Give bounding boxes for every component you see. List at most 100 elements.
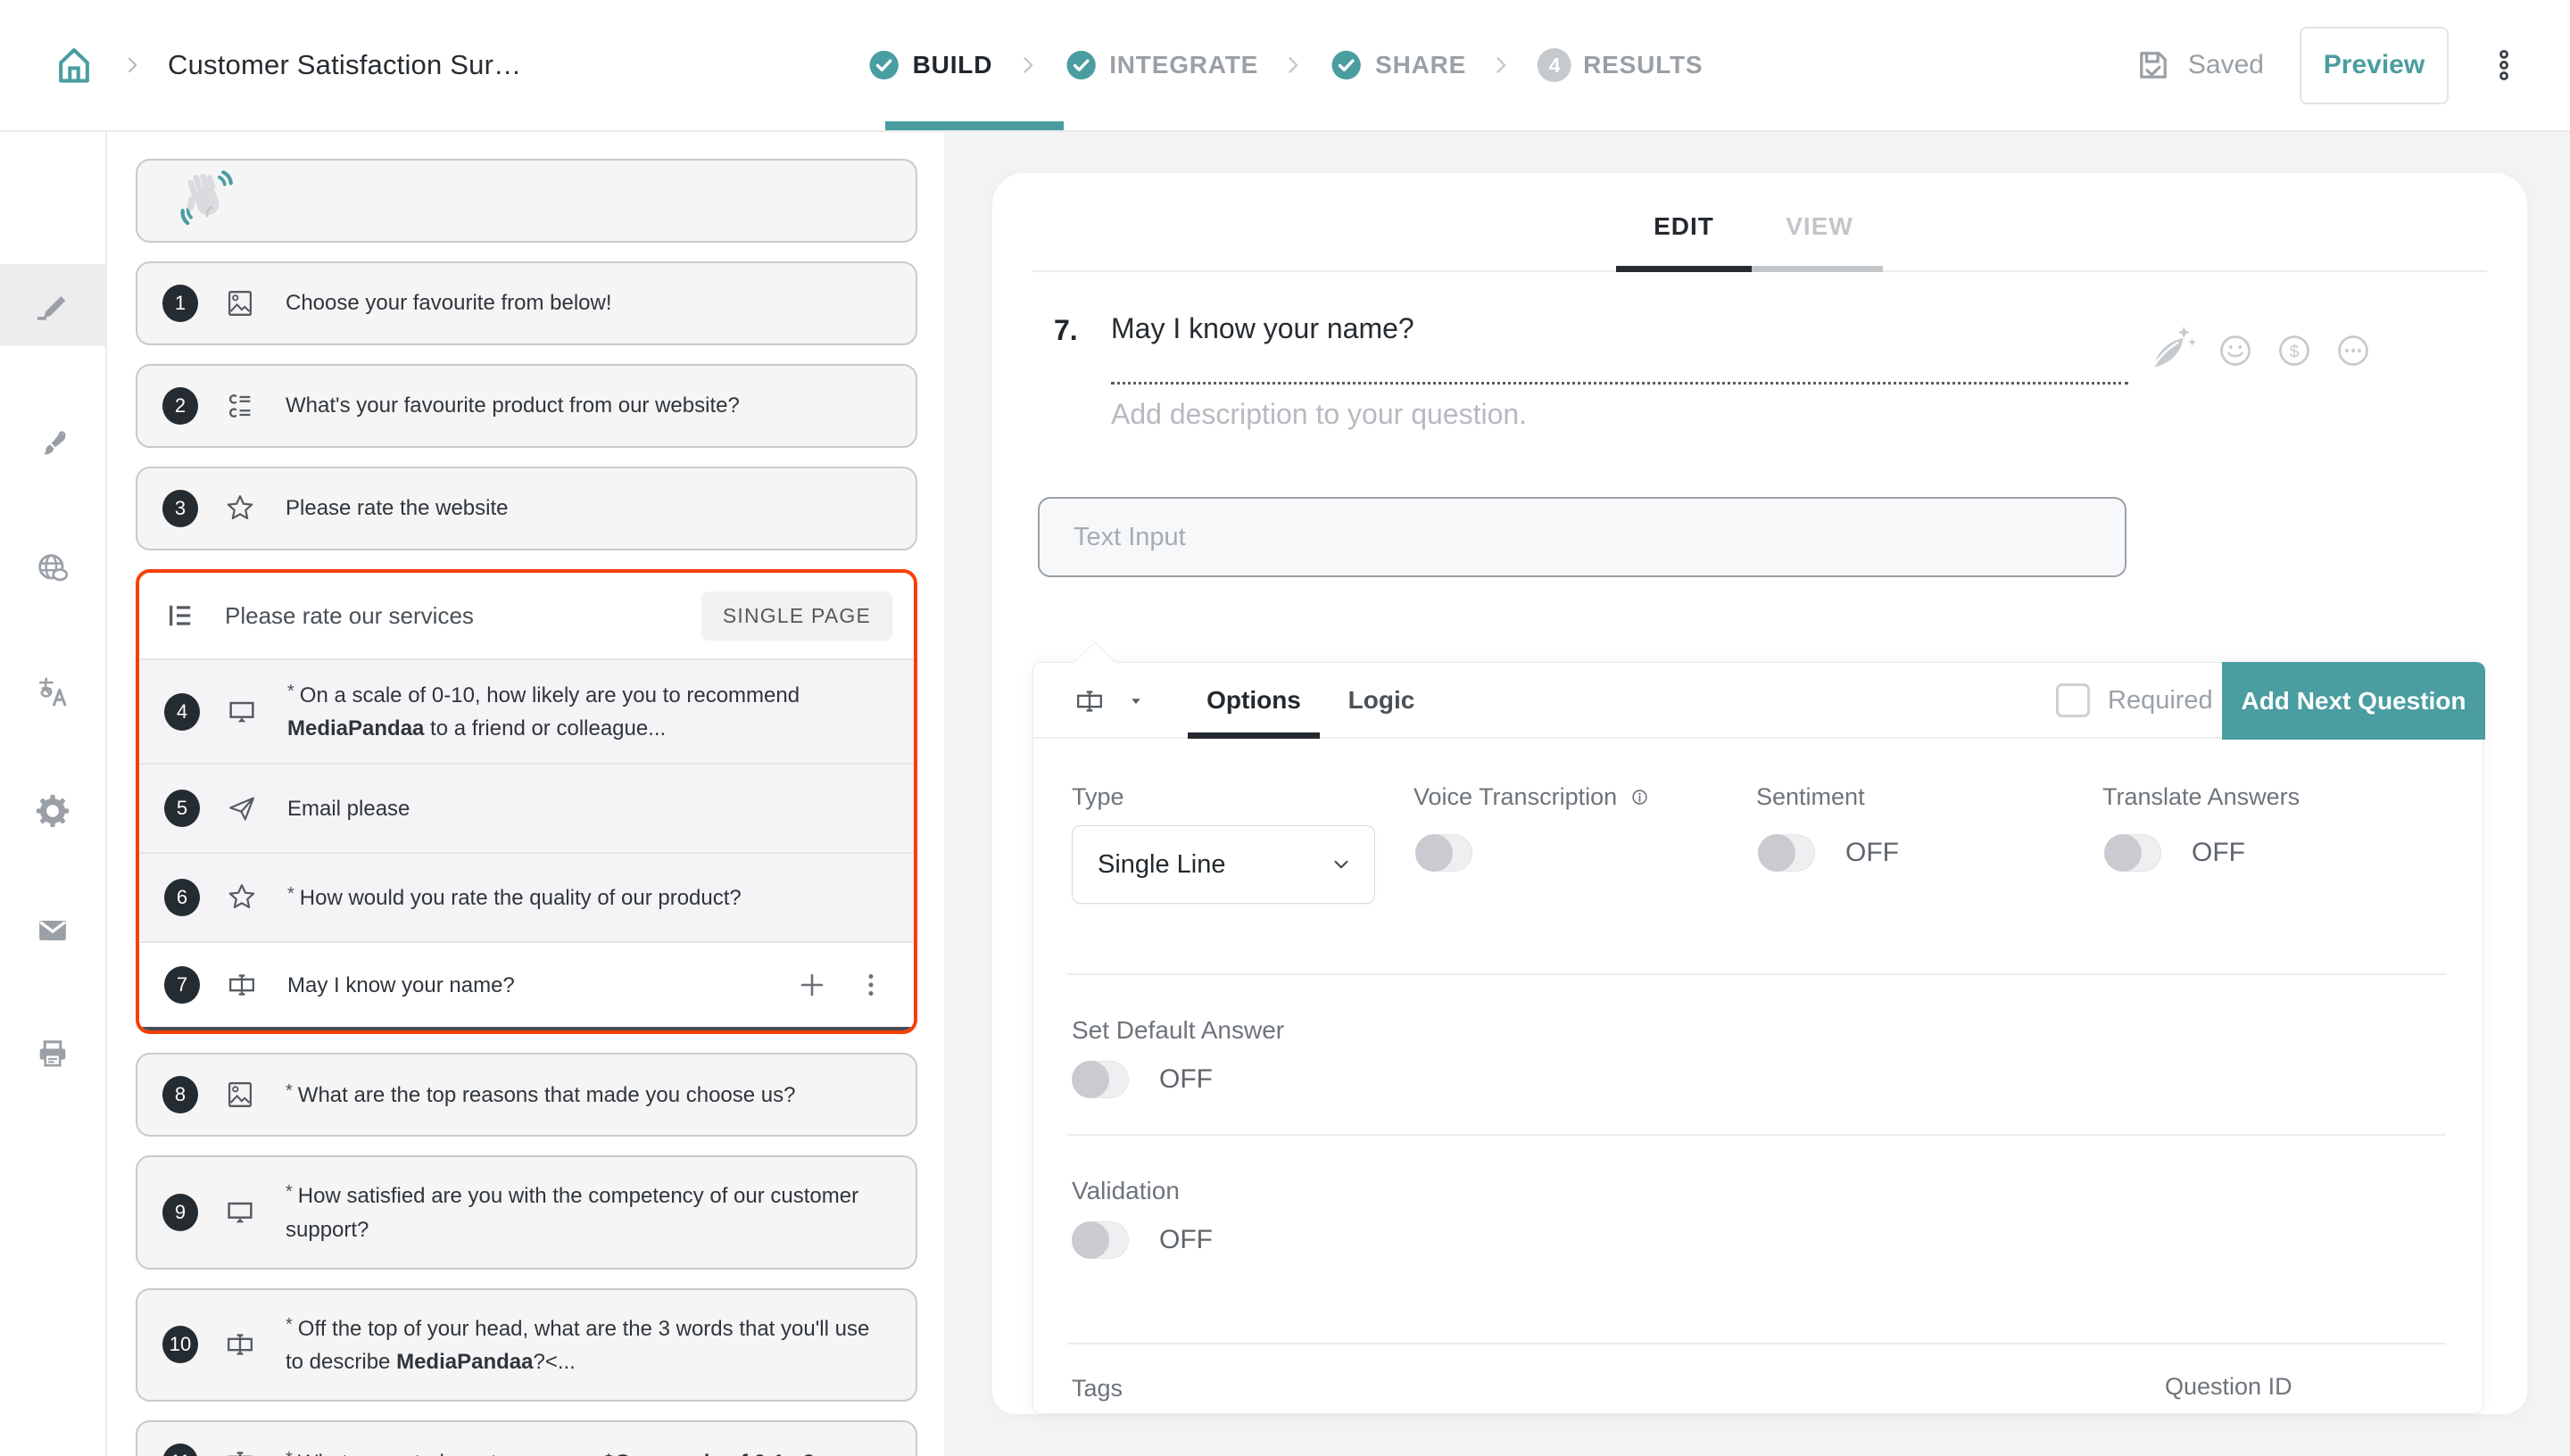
question-card-8[interactable]: 8 *What are the top reasons that made you… bbox=[136, 1053, 917, 1137]
survey-title[interactable]: Customer Satisfaction Sur… bbox=[168, 49, 521, 81]
add-next-question-button[interactable]: Add Next Question bbox=[2222, 662, 2485, 740]
svg-text:$: $ bbox=[2290, 342, 2300, 361]
description-placeholder[interactable]: Add description to your question. bbox=[1111, 398, 1527, 431]
sidebar-item-edit[interactable] bbox=[0, 264, 105, 346]
question-card-2[interactable]: 2What's your favourite product from our … bbox=[136, 364, 917, 448]
sidebar-item-settings[interactable] bbox=[0, 770, 105, 852]
ai-rephrase-icon[interactable] bbox=[2142, 323, 2197, 378]
step-number: 4 bbox=[1538, 48, 1571, 82]
question-actions bbox=[794, 967, 889, 1003]
question-number-badge: 4 bbox=[164, 693, 200, 731]
question-number-badge: 9 bbox=[162, 1194, 198, 1231]
question-card-11[interactable]: 11*What prompted you to score an $On a s… bbox=[136, 1420, 917, 1456]
question-number-badge: 8 bbox=[162, 1076, 198, 1113]
more-options-icon[interactable] bbox=[2333, 330, 2374, 371]
step-integrate[interactable]: INTEGRATE bbox=[1064, 48, 1258, 82]
saved-status: Saved bbox=[2133, 45, 2264, 86]
globe-icon bbox=[33, 549, 72, 588]
tools-rail bbox=[0, 132, 107, 1456]
step-results[interactable]: 4RESULTS bbox=[1538, 48, 1703, 82]
question-card-6[interactable]: 6*How would you rate the quality of our … bbox=[139, 852, 914, 941]
type-label: Type bbox=[1072, 783, 1124, 811]
question-card-4[interactable]: 4 *On a scale of 0-10, how likely are you… bbox=[139, 658, 914, 763]
textinput-icon bbox=[225, 968, 259, 1002]
sidebar-item-email[interactable] bbox=[0, 889, 105, 972]
step-separator-icon bbox=[1281, 53, 1306, 78]
panel-tab-logic[interactable]: Logic bbox=[1341, 686, 1422, 715]
answer-preview-field[interactable]: Text Input bbox=[1038, 497, 2126, 577]
step-build[interactable]: BUILD bbox=[867, 48, 993, 82]
step-separator-icon bbox=[1489, 53, 1514, 78]
currency-icon[interactable]: $ bbox=[2274, 330, 2315, 371]
group-header[interactable]: Please rate our servicesSINGLE PAGE bbox=[139, 573, 914, 658]
sidebar-item-print[interactable] bbox=[0, 1013, 105, 1095]
toggle-knob bbox=[1072, 1061, 1109, 1098]
image-icon bbox=[223, 286, 257, 320]
question-card-9[interactable]: 9*How satisfied are you with the compete… bbox=[136, 1155, 917, 1269]
toggle-knob bbox=[1758, 834, 1795, 872]
group-title: Please rate our services bbox=[225, 602, 701, 630]
question-card-10[interactable]: 10*Off the top of your head, what are th… bbox=[136, 1288, 917, 1402]
answer-placeholder: Text Input bbox=[1074, 523, 1186, 552]
add-question-icon[interactable] bbox=[794, 967, 830, 1003]
question-menu-icon[interactable] bbox=[853, 967, 889, 1003]
breadcrumb: Customer Satisfaction Sur… bbox=[50, 0, 521, 130]
type-select[interactable]: Single Line bbox=[1072, 825, 1375, 904]
question-number-badge: 11 bbox=[162, 1444, 198, 1456]
translate-off: OFF bbox=[2192, 838, 2245, 868]
single-page-badge: SINGLE PAGE bbox=[701, 592, 892, 641]
voice-transcription-toggle[interactable] bbox=[1415, 834, 1472, 872]
step-check-icon bbox=[867, 48, 901, 82]
section-icon bbox=[164, 600, 196, 632]
translate-answers-toggle[interactable] bbox=[2104, 834, 2161, 872]
sidebar-item-design[interactable] bbox=[0, 404, 105, 486]
required-asterisk: * bbox=[286, 1449, 293, 1456]
top-bar-actions: Saved Preview bbox=[2133, 0, 2524, 130]
sentiment-off: OFF bbox=[1845, 838, 1899, 868]
question-text: *What are the top reasons that made you … bbox=[286, 1078, 891, 1112]
type-select-value: Single Line bbox=[1098, 850, 1330, 880]
welcome-card[interactable] bbox=[136, 159, 917, 243]
info-icon[interactable] bbox=[1628, 785, 1652, 809]
top-bar: Customer Satisfaction Sur… BUILD INTEGRAT… bbox=[0, 0, 2570, 132]
step-share[interactable]: SHARE bbox=[1330, 48, 1466, 82]
sentiment-toggle[interactable] bbox=[1758, 834, 1815, 872]
question-tools: $ bbox=[2142, 323, 2374, 378]
question-list: 1Choose your favourite from below! 2What'… bbox=[107, 132, 944, 1456]
settings-icon bbox=[33, 791, 72, 831]
save-icon bbox=[2133, 45, 2174, 86]
selected-question-group: Please rate our servicesSINGLE PAGE 4 *On … bbox=[136, 569, 917, 1034]
options-tab-indicator bbox=[1188, 732, 1320, 739]
question-card-1[interactable]: 1Choose your favourite from below! bbox=[136, 261, 917, 345]
sidebar-item-translate[interactable] bbox=[0, 650, 105, 732]
question-type-icon[interactable] bbox=[1073, 684, 1107, 718]
preview-button[interactable]: Preview bbox=[2300, 27, 2449, 104]
question-text: *On a scale of 0-10, how likely are you … bbox=[287, 678, 880, 745]
validation-toggle[interactable] bbox=[1072, 1221, 1129, 1259]
panel-tab-options[interactable]: Options bbox=[1188, 686, 1320, 715]
question-number-badge: 5 bbox=[164, 790, 200, 827]
step-separator-icon bbox=[1016, 53, 1040, 78]
required-checkbox[interactable] bbox=[2056, 683, 2090, 717]
sidebar-item-globe[interactable] bbox=[0, 527, 105, 609]
question-text: May I know your name? bbox=[287, 969, 785, 1002]
question-number-badge: 10 bbox=[162, 1326, 198, 1363]
tab-view[interactable]: VIEW bbox=[1752, 212, 1887, 241]
toggle-knob bbox=[1072, 1221, 1109, 1259]
required-label: Required bbox=[2108, 686, 2213, 716]
set-default-answer-toggle[interactable] bbox=[1072, 1061, 1129, 1098]
select-caret-icon bbox=[1330, 853, 1353, 876]
options-panel: Options Logic Required Add Next Question… bbox=[1032, 662, 2483, 1414]
emoji-icon[interactable] bbox=[2215, 330, 2256, 371]
question-card-5[interactable]: 5Email please bbox=[139, 763, 914, 852]
tab-edit[interactable]: EDIT bbox=[1616, 212, 1752, 241]
question-card-7[interactable]: 7May I know your name? bbox=[139, 941, 914, 1030]
divider bbox=[1067, 1134, 2446, 1136]
tab-view-indicator bbox=[1752, 266, 1883, 272]
question-card-3[interactable]: 3Please rate the website bbox=[136, 467, 917, 550]
home-icon[interactable] bbox=[50, 41, 98, 89]
required-asterisk: * bbox=[287, 884, 294, 904]
question-type-caret-icon[interactable] bbox=[1126, 691, 1146, 711]
question-title-input[interactable]: May I know your name? bbox=[1111, 312, 1414, 345]
more-menu-button[interactable] bbox=[2484, 42, 2524, 88]
